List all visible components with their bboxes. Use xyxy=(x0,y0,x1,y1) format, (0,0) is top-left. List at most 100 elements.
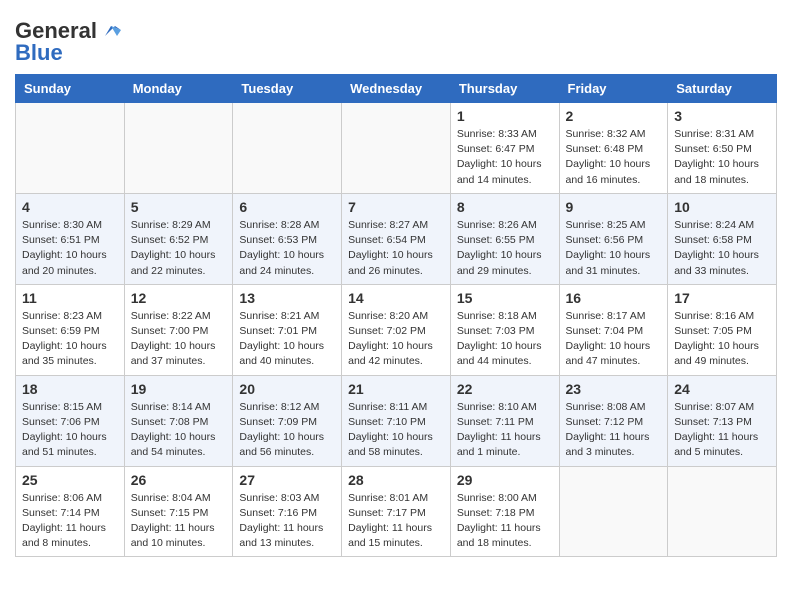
day-number: 14 xyxy=(348,290,444,306)
day-info: Sunrise: 8:30 AM Sunset: 6:51 PM Dayligh… xyxy=(22,218,118,279)
day-header-tuesday: Tuesday xyxy=(233,75,342,103)
day-info: Sunrise: 8:15 AM Sunset: 7:06 PM Dayligh… xyxy=(22,400,118,461)
day-header-wednesday: Wednesday xyxy=(342,75,451,103)
calendar-cell: 5Sunrise: 8:29 AM Sunset: 6:52 PM Daylig… xyxy=(124,193,233,284)
day-number: 12 xyxy=(131,290,227,306)
day-info: Sunrise: 8:21 AM Sunset: 7:01 PM Dayligh… xyxy=(239,309,335,370)
calendar-cell: 2 Sunrise: 8:32 AM Sunset: 6:48 PM Daylig… xyxy=(559,103,668,194)
day-number: 27 xyxy=(239,472,335,488)
day-info: Sunrise: 8:23 AM Sunset: 6:59 PM Dayligh… xyxy=(22,309,118,370)
day-number: 23 xyxy=(566,381,662,397)
calendar-cell: 8 Sunrise: 8:26 AM Sunset: 6:55 PM Daylig… xyxy=(450,193,559,284)
day-info: Sunrise: 8:10 AM Sunset: 7:11 PM Dayligh… xyxy=(457,400,553,461)
day-number: 24 xyxy=(674,381,770,397)
day-number: 9 xyxy=(566,199,662,215)
day-info: Sunrise: 8:14 AM Sunset: 7:08 PM Dayligh… xyxy=(131,400,227,461)
calendar-cell: 28 Sunrise: 8:01 AM Sunset: 7:17 PM Dayli… xyxy=(342,466,451,557)
calendar-cell: 9 Sunrise: 8:25 AM Sunset: 6:56 PM Daylig… xyxy=(559,193,668,284)
day-number: 28 xyxy=(348,472,444,488)
day-info: Sunrise: 8:03 AM Sunset: 7:16 PM Dayligh… xyxy=(239,491,335,552)
calendar-cell: 15 Sunrise: 8:18 AM Sunset: 7:03 PM Dayli… xyxy=(450,284,559,375)
day-number: 15 xyxy=(457,290,553,306)
calendar-cell xyxy=(342,103,451,194)
day-info: Sunrise: 8:06 AM Sunset: 7:14 PM Dayligh… xyxy=(22,491,118,552)
week-row-4: 18 Sunrise: 8:15 AM Sunset: 7:06 PM Dayli… xyxy=(16,375,777,466)
day-header-sunday: Sunday xyxy=(16,75,125,103)
day-number: 2 xyxy=(566,108,662,124)
day-info: Sunrise: 8:32 AM Sunset: 6:48 PM Dayligh… xyxy=(566,127,662,188)
calendar-cell: 13 Sunrise: 8:21 AM Sunset: 7:01 PM Dayli… xyxy=(233,284,342,375)
calendar-cell: 24 Sunrise: 8:07 AM Sunset: 7:13 PM Dayli… xyxy=(668,375,777,466)
calendar-cell: 21Sunrise: 8:11 AM Sunset: 7:10 PM Dayli… xyxy=(342,375,451,466)
calendar-cell: 18 Sunrise: 8:15 AM Sunset: 7:06 PM Dayli… xyxy=(16,375,125,466)
day-info: Sunrise: 8:27 AM Sunset: 6:54 PM Dayligh… xyxy=(348,218,444,279)
day-header-friday: Friday xyxy=(559,75,668,103)
calendar-cell: 3 Sunrise: 8:31 AM Sunset: 6:50 PM Daylig… xyxy=(668,103,777,194)
day-info: Sunrise: 8:29 AM Sunset: 6:52 PM Dayligh… xyxy=(131,218,227,279)
logo-blue: Blue xyxy=(15,40,63,66)
day-number: 29 xyxy=(457,472,553,488)
day-number: 8 xyxy=(457,199,553,215)
day-number: 16 xyxy=(566,290,662,306)
day-info: Sunrise: 8:17 AM Sunset: 7:04 PM Dayligh… xyxy=(566,309,662,370)
calendar-cell: 7 Sunrise: 8:27 AM Sunset: 6:54 PM Daylig… xyxy=(342,193,451,284)
calendar-cell: 14 Sunrise: 8:20 AM Sunset: 7:02 PM Dayli… xyxy=(342,284,451,375)
day-info: Sunrise: 8:33 AM Sunset: 6:47 PM Dayligh… xyxy=(457,127,553,188)
day-info: Sunrise: 8:07 AM Sunset: 7:13 PM Dayligh… xyxy=(674,400,770,461)
calendar-cell: 16 Sunrise: 8:17 AM Sunset: 7:04 PM Dayli… xyxy=(559,284,668,375)
week-row-1: 1 Sunrise: 8:33 AM Sunset: 6:47 PM Daylig… xyxy=(16,103,777,194)
week-row-3: 11 Sunrise: 8:23 AM Sunset: 6:59 PM Dayli… xyxy=(16,284,777,375)
day-number: 7 xyxy=(348,199,444,215)
calendar-cell xyxy=(16,103,125,194)
day-number: 25 xyxy=(22,472,118,488)
day-header-saturday: Saturday xyxy=(668,75,777,103)
logo-bird-icon xyxy=(99,22,121,40)
day-info: Sunrise: 8:24 AM Sunset: 6:58 PM Dayligh… xyxy=(674,218,770,279)
calendar-cell: 22 Sunrise: 8:10 AM Sunset: 7:11 PM Dayli… xyxy=(450,375,559,466)
day-info: Sunrise: 8:12 AM Sunset: 7:09 PM Dayligh… xyxy=(239,400,335,461)
day-info: Sunrise: 8:28 AM Sunset: 6:53 PM Dayligh… xyxy=(239,218,335,279)
day-number: 20 xyxy=(239,381,335,397)
day-info: Sunrise: 8:20 AM Sunset: 7:02 PM Dayligh… xyxy=(348,309,444,370)
calendar-cell: 27 Sunrise: 8:03 AM Sunset: 7:16 PM Dayli… xyxy=(233,466,342,557)
day-number: 19 xyxy=(131,381,227,397)
day-number: 1 xyxy=(457,108,553,124)
day-number: 4 xyxy=(22,199,118,215)
calendar-cell: 6 Sunrise: 8:28 AM Sunset: 6:53 PM Daylig… xyxy=(233,193,342,284)
calendar-cell: 19 Sunrise: 8:14 AM Sunset: 7:08 PM Dayli… xyxy=(124,375,233,466)
calendar-table: SundayMondayTuesdayWednesdayThursdayFrid… xyxy=(15,74,777,557)
day-info: Sunrise: 8:00 AM Sunset: 7:18 PM Dayligh… xyxy=(457,491,553,552)
calendar-cell: 23 Sunrise: 8:08 AM Sunset: 7:12 PM Dayli… xyxy=(559,375,668,466)
day-info: Sunrise: 8:08 AM Sunset: 7:12 PM Dayligh… xyxy=(566,400,662,461)
day-number: 6 xyxy=(239,199,335,215)
header: General Blue xyxy=(15,10,777,66)
day-number: 13 xyxy=(239,290,335,306)
calendar-cell: 29 Sunrise: 8:00 AM Sunset: 7:18 PM Dayli… xyxy=(450,466,559,557)
calendar-cell: 25 Sunrise: 8:06 AM Sunset: 7:14 PM Dayli… xyxy=(16,466,125,557)
day-info: Sunrise: 8:01 AM Sunset: 7:17 PM Dayligh… xyxy=(348,491,444,552)
day-info: Sunrise: 8:25 AM Sunset: 6:56 PM Dayligh… xyxy=(566,218,662,279)
day-number: 26 xyxy=(131,472,227,488)
day-info: Sunrise: 8:04 AM Sunset: 7:15 PM Dayligh… xyxy=(131,491,227,552)
calendar-cell xyxy=(559,466,668,557)
calendar-cell: 12 Sunrise: 8:22 AM Sunset: 7:00 PM Dayli… xyxy=(124,284,233,375)
calendar-cell xyxy=(233,103,342,194)
calendar-cell: 20 Sunrise: 8:12 AM Sunset: 7:09 PM Dayli… xyxy=(233,375,342,466)
day-header-monday: Monday xyxy=(124,75,233,103)
calendar-cell xyxy=(668,466,777,557)
day-number: 10 xyxy=(674,199,770,215)
week-row-2: 4 Sunrise: 8:30 AM Sunset: 6:51 PM Daylig… xyxy=(16,193,777,284)
day-number: 11 xyxy=(22,290,118,306)
calendar-cell: 17Sunrise: 8:16 AM Sunset: 7:05 PM Dayli… xyxy=(668,284,777,375)
day-number: 17 xyxy=(674,290,770,306)
day-info: Sunrise: 8:26 AM Sunset: 6:55 PM Dayligh… xyxy=(457,218,553,279)
day-number: 22 xyxy=(457,381,553,397)
day-number: 3 xyxy=(674,108,770,124)
calendar-cell: 4 Sunrise: 8:30 AM Sunset: 6:51 PM Daylig… xyxy=(16,193,125,284)
calendar-cell: 10 Sunrise: 8:24 AM Sunset: 6:58 PM Dayli… xyxy=(668,193,777,284)
day-number: 18 xyxy=(22,381,118,397)
day-info: Sunrise: 8:31 AM Sunset: 6:50 PM Dayligh… xyxy=(674,127,770,188)
day-info: Sunrise: 8:18 AM Sunset: 7:03 PM Dayligh… xyxy=(457,309,553,370)
logo: General Blue xyxy=(15,18,121,66)
day-info: Sunrise: 8:22 AM Sunset: 7:00 PM Dayligh… xyxy=(131,309,227,370)
